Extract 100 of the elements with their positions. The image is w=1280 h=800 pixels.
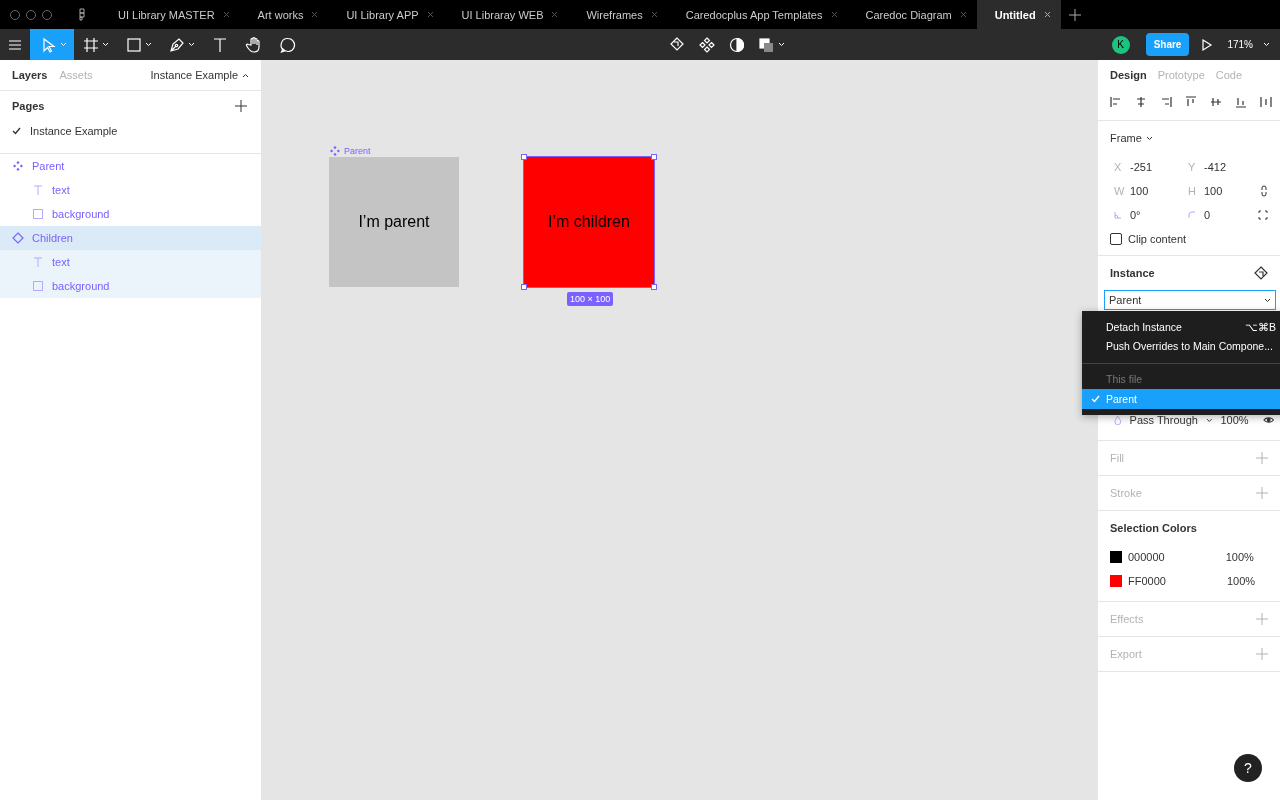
align-bottom-icon bbox=[1235, 96, 1247, 108]
new-tab-icon bbox=[1068, 8, 1081, 21]
layer-row[interactable]: text bbox=[0, 250, 261, 274]
resize-handle[interactable] bbox=[651, 284, 657, 290]
color-opacity[interactable]: 100% bbox=[1225, 551, 1254, 563]
layer-row[interactable]: background bbox=[0, 274, 261, 298]
field-value[interactable]: 0° bbox=[1130, 209, 1141, 221]
effects-title: Effects bbox=[1110, 613, 1144, 625]
panel-tab[interactable]: Design bbox=[1110, 69, 1147, 81]
chevron-icon bbox=[145, 42, 152, 47]
rotation-icon bbox=[1114, 211, 1122, 219]
instance-select[interactable]: Parent bbox=[1104, 290, 1276, 310]
align-top-icon bbox=[1185, 96, 1197, 108]
file-tab[interactable]: Wireframes bbox=[568, 0, 668, 29]
align-middle-icon bbox=[1210, 96, 1222, 108]
constrain-proportions-icon bbox=[1260, 185, 1268, 197]
comment-tool-icon bbox=[279, 35, 297, 54]
check-icon bbox=[12, 127, 21, 135]
app-logo-icon bbox=[78, 8, 86, 21]
chevron-icon bbox=[1145, 135, 1153, 141]
field-value[interactable]: 100 bbox=[1130, 185, 1149, 197]
corner-radius-icon bbox=[1188, 211, 1196, 219]
layer-row[interactable]: Children bbox=[0, 226, 261, 250]
instance-title: Instance bbox=[1110, 267, 1155, 279]
resize-handle[interactable] bbox=[521, 284, 527, 290]
align-right-icon bbox=[1160, 96, 1172, 108]
frame[interactable]: I’m parent bbox=[329, 157, 459, 287]
rectangle-layer-icon bbox=[32, 280, 44, 292]
field-label: X bbox=[1114, 161, 1122, 173]
field-value[interactable]: 0 bbox=[1204, 209, 1211, 221]
component-icon bbox=[329, 145, 341, 157]
color-swatch[interactable] bbox=[1110, 551, 1122, 563]
file-tab[interactable]: Art works bbox=[239, 0, 329, 29]
color-hex[interactable]: FF0000 bbox=[1128, 575, 1166, 587]
frame-title[interactable]: Frame bbox=[1110, 132, 1142, 144]
color-hex[interactable]: 000000 bbox=[1128, 551, 1165, 563]
zoom-menu[interactable]: 171% bbox=[1227, 39, 1253, 50]
close-icon bbox=[959, 11, 967, 18]
resize-handle[interactable] bbox=[521, 154, 527, 160]
menu-icon bbox=[9, 39, 21, 50]
text-layer-icon bbox=[32, 184, 44, 196]
fill-title: Fill bbox=[1110, 452, 1125, 464]
opacity-value[interactable]: 100% bbox=[1220, 414, 1249, 426]
file-tab[interactable]: UI Library APP bbox=[328, 0, 444, 29]
distribute-icon bbox=[1260, 96, 1272, 108]
layer-row[interactable]: Parent bbox=[0, 154, 261, 178]
frame-tool-icon bbox=[82, 35, 100, 54]
add-icon bbox=[1256, 452, 1268, 464]
chevron-icon bbox=[1263, 42, 1270, 47]
file-tab[interactable]: Caredoc Diagram bbox=[847, 0, 977, 29]
frame[interactable]: I’m children bbox=[524, 157, 654, 287]
add-icon bbox=[1256, 613, 1268, 625]
contrast-icon bbox=[727, 35, 746, 54]
file-tab[interactable]: Untitled bbox=[976, 0, 1061, 29]
stroke-title: Stroke bbox=[1110, 487, 1142, 499]
text-tool-icon bbox=[211, 35, 229, 54]
pages-title: Pages bbox=[12, 100, 45, 112]
layer-row[interactable]: text bbox=[0, 178, 261, 202]
layer-row[interactable]: background bbox=[0, 202, 261, 226]
move-tool-icon bbox=[40, 35, 58, 54]
close-icon bbox=[222, 11, 230, 18]
checkbox[interactable] bbox=[1110, 233, 1122, 245]
text-layer-icon bbox=[32, 256, 44, 268]
checkbox-label: Clip content bbox=[1128, 233, 1187, 245]
user-avatar[interactable]: K bbox=[1111, 35, 1130, 54]
close-icon bbox=[311, 11, 319, 18]
menu-item[interactable]: Push Overrides to Main Compone... bbox=[1082, 336, 1280, 355]
panel-tab[interactable]: Layers bbox=[12, 69, 48, 81]
resize-icon bbox=[1258, 210, 1268, 220]
blend-icon bbox=[1114, 415, 1122, 425]
page-selector[interactable]: Instance Example bbox=[150, 69, 238, 81]
reset-instance-icon bbox=[1254, 266, 1268, 280]
chevron-icon bbox=[1205, 417, 1213, 423]
field-value[interactable]: 100 bbox=[1204, 185, 1223, 197]
file-tab[interactable]: UI Libraray WEB bbox=[443, 0, 569, 29]
rectangle-layer-icon bbox=[32, 208, 44, 220]
field-value[interactable]: -251 bbox=[1130, 161, 1153, 173]
export-title: Export bbox=[1110, 648, 1142, 660]
file-tab[interactable]: Caredocplus App Templates bbox=[667, 0, 848, 29]
chevron-icon bbox=[777, 42, 785, 47]
color-opacity[interactable]: 100% bbox=[1226, 575, 1256, 587]
menu-item[interactable]: Detach Instance ⌥⌘B bbox=[1082, 317, 1280, 336]
close-icon bbox=[830, 11, 838, 18]
play-icon bbox=[1199, 37, 1214, 52]
field-label: Y bbox=[1188, 161, 1196, 173]
component-icon bbox=[12, 160, 24, 172]
page-item[interactable]: Instance Example bbox=[0, 121, 261, 141]
add-icon bbox=[1256, 487, 1268, 499]
file-tab[interactable]: UI Library MASTER bbox=[100, 0, 240, 29]
color-swatch[interactable] bbox=[1110, 575, 1122, 587]
resize-handle[interactable] bbox=[651, 154, 657, 160]
frame-text: I’m parent bbox=[358, 213, 430, 231]
frame-label[interactable]: Parent bbox=[344, 146, 371, 156]
selection-colors-title: Selection Colors bbox=[1110, 522, 1197, 534]
field-value[interactable]: -412 bbox=[1204, 161, 1227, 173]
check-icon bbox=[1091, 395, 1100, 403]
instance-icon bbox=[12, 232, 24, 244]
rectangle-tool-icon bbox=[125, 35, 143, 54]
align-center-icon bbox=[1135, 96, 1147, 108]
blend-mode[interactable]: Pass Through bbox=[1129, 414, 1198, 426]
